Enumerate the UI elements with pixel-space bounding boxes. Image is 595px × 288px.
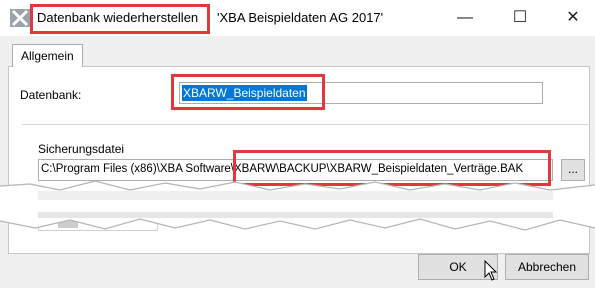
datenbank-highlight-frame — [171, 74, 325, 110]
horizontal-scrollbar[interactable] — [38, 213, 158, 231]
datenbank-label: Datenbank: — [20, 88, 82, 102]
close-button[interactable]: ✕ — [560, 6, 586, 30]
cancel-button[interactable]: Abbrechen — [505, 254, 589, 280]
sicherungsdatei-label: Sicherungsdatei — [38, 142, 125, 156]
scroll-left-arrow[interactable]: < — [42, 214, 49, 228]
scroll-thumb[interactable] — [58, 216, 78, 228]
mouse-pointer-icon — [484, 260, 498, 281]
restore-database-dialog: Datenbank wiederherstellen 'XBA Beispiel… — [0, 0, 595, 288]
window-database-name: 'XBA Beispieldaten AG 2017' — [217, 10, 384, 25]
sicherungsdatei-highlight-frame — [233, 150, 551, 186]
app-x-icon — [10, 9, 30, 27]
tab-allgemein[interactable]: Allgemein — [12, 44, 83, 67]
title-bar[interactable]: Datenbank wiederherstellen 'XBA Beispiel… — [0, 0, 595, 36]
maximize-button[interactable]: ☐ — [507, 6, 533, 30]
window-title: Datenbank wiederherstellen — [37, 10, 199, 25]
browse-button[interactable]: ... — [561, 159, 585, 181]
minimize-button[interactable]: — — [452, 6, 478, 30]
